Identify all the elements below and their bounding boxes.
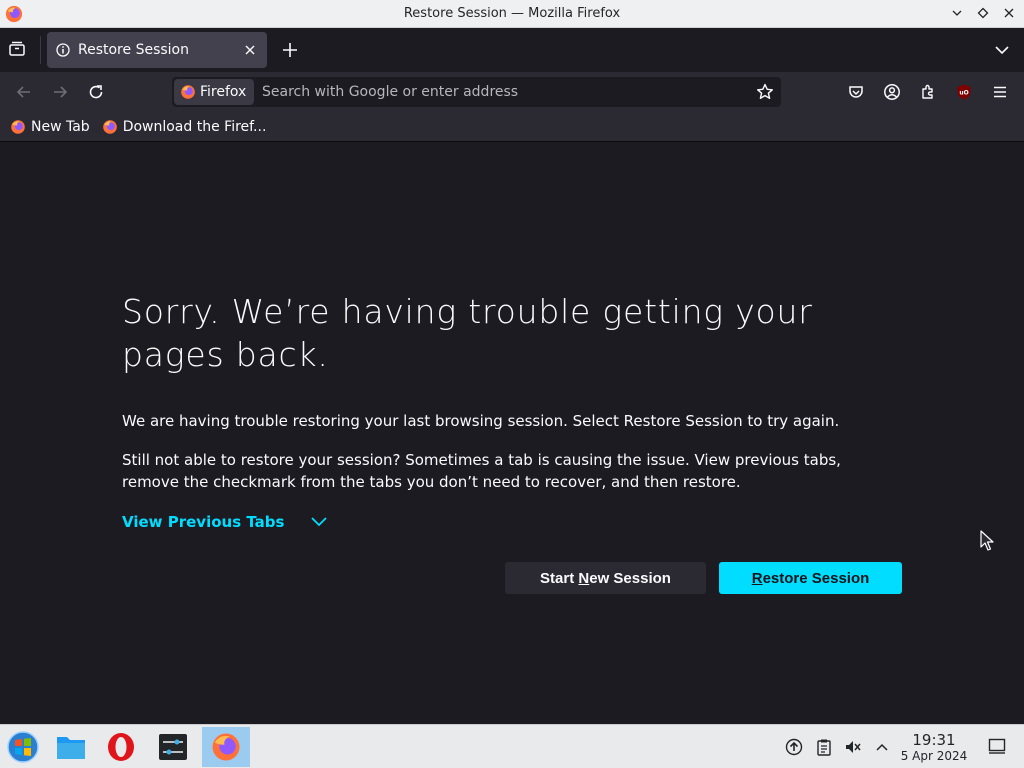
firefox-icon bbox=[11, 119, 25, 134]
chevron-up-icon bbox=[876, 743, 888, 751]
url-input[interactable] bbox=[262, 77, 742, 107]
firefox-icon bbox=[212, 733, 240, 761]
extensions-button[interactable] bbox=[918, 82, 938, 102]
ublock-shield-icon: uO bbox=[957, 84, 971, 100]
info-icon bbox=[56, 43, 70, 57]
puzzle-icon bbox=[922, 84, 933, 99]
bookmarks-toolbar: New Tab Download the Firef... bbox=[0, 112, 1024, 142]
show-desktop-button[interactable] bbox=[988, 738, 1006, 754]
bookmark-new-tab[interactable]: New Tab bbox=[10, 119, 90, 135]
maximize-button[interactable] bbox=[974, 4, 992, 22]
task-firefox[interactable] bbox=[202, 727, 250, 767]
start-menu-button[interactable] bbox=[0, 727, 46, 767]
pocket-icon bbox=[849, 86, 863, 98]
reload-icon bbox=[89, 85, 103, 99]
bookmark-star-button[interactable] bbox=[755, 82, 775, 102]
view-previous-tabs-toggle[interactable]: View Previous Tabs bbox=[122, 513, 328, 531]
tray-clipboard[interactable] bbox=[814, 737, 834, 757]
plus-icon bbox=[283, 43, 297, 57]
bookmark-label: New Tab bbox=[31, 118, 90, 135]
clock[interactable]: 19:31 5 Apr 2024 bbox=[898, 731, 970, 764]
back-button[interactable] bbox=[14, 82, 34, 102]
folder-icon bbox=[57, 737, 85, 759]
task-opera[interactable] bbox=[98, 727, 144, 767]
clock-date: 5 Apr 2024 bbox=[900, 749, 968, 763]
start-menu-icon bbox=[7, 731, 39, 763]
svg-text:uO: uO bbox=[959, 90, 968, 97]
tab-label: Restore Session bbox=[78, 42, 189, 58]
identity-label: Firefox bbox=[200, 84, 247, 100]
taskbar: 19:31 5 Apr 2024 bbox=[0, 724, 1024, 768]
reload-button[interactable] bbox=[86, 82, 106, 102]
show-desktop-icon bbox=[988, 738, 1006, 754]
app-menu-button[interactable] bbox=[990, 82, 1010, 102]
close-window-button[interactable] bbox=[1000, 4, 1018, 22]
chevron-down-icon bbox=[311, 517, 328, 527]
pocket-button[interactable] bbox=[846, 82, 866, 102]
navigation-toolbar: Firefox uO bbox=[0, 72, 1024, 112]
close-tab-icon[interactable] bbox=[243, 43, 257, 57]
tray-updates[interactable] bbox=[784, 737, 804, 757]
tab-strip: Restore Session bbox=[0, 28, 1024, 72]
firefox-icon bbox=[102, 119, 117, 134]
tab-separator bbox=[40, 36, 41, 64]
clipboard-icon bbox=[817, 739, 831, 756]
back-arrow-icon bbox=[16, 86, 30, 98]
tray-expand[interactable] bbox=[872, 737, 892, 757]
firefox-icon bbox=[5, 5, 23, 23]
hamburger-menu-icon bbox=[994, 86, 1006, 98]
ublock-origin-button[interactable]: uO bbox=[954, 82, 974, 102]
identity-box[interactable]: Firefox bbox=[174, 79, 255, 105]
page-title: Sorry. We’re having trouble getting your… bbox=[122, 292, 813, 374]
minimize-button[interactable] bbox=[948, 4, 966, 22]
start-new-session-label: Start New Session bbox=[540, 569, 671, 587]
tab-restore-session[interactable]: Restore Session bbox=[47, 32, 267, 68]
task-file-manager[interactable] bbox=[48, 727, 94, 767]
settings-icon bbox=[159, 734, 187, 760]
restore-session-button[interactable]: Restore Session bbox=[719, 562, 902, 594]
forward-button[interactable] bbox=[50, 82, 70, 102]
tray-volume[interactable] bbox=[843, 737, 863, 757]
firefox-view-button[interactable] bbox=[8, 40, 30, 60]
volume-muted-icon bbox=[846, 741, 861, 753]
account-button[interactable] bbox=[882, 82, 902, 102]
restore-session-label: Restore Session bbox=[751, 569, 870, 587]
task-settings[interactable] bbox=[150, 727, 196, 767]
forward-arrow-icon bbox=[54, 86, 68, 98]
url-bar: Firefox bbox=[172, 77, 781, 107]
mouse-cursor-icon bbox=[980, 530, 994, 551]
page-content: Sorry. We’re having trouble getting your… bbox=[0, 142, 1024, 724]
error-description: We are having trouble restoring your las… bbox=[122, 412, 840, 430]
opera-icon bbox=[108, 733, 134, 761]
chevron-down-icon bbox=[995, 46, 1009, 55]
bookmark-download-firefox[interactable]: Download the Firef... bbox=[102, 118, 267, 135]
view-previous-tabs-label: View Previous Tabs bbox=[122, 513, 285, 531]
start-new-session-button[interactable]: Start New Session bbox=[505, 562, 706, 594]
list-all-tabs-button[interactable] bbox=[992, 40, 1012, 60]
new-tab-button[interactable] bbox=[280, 40, 300, 60]
bookmark-label: Download the Firef... bbox=[122, 118, 267, 135]
firefox-icon bbox=[181, 85, 195, 99]
star-icon bbox=[757, 83, 773, 99]
clock-time: 19:31 bbox=[912, 731, 956, 749]
window-titlebar: Restore Session — Mozilla Firefox bbox=[0, 0, 1024, 28]
firefox-view-icon bbox=[9, 41, 25, 56]
window-title: Restore Session — Mozilla Firefox bbox=[403, 6, 621, 21]
update-icon bbox=[785, 738, 803, 756]
account-icon bbox=[884, 84, 900, 100]
error-help-text: Still not able to restore your session? … bbox=[122, 451, 841, 491]
